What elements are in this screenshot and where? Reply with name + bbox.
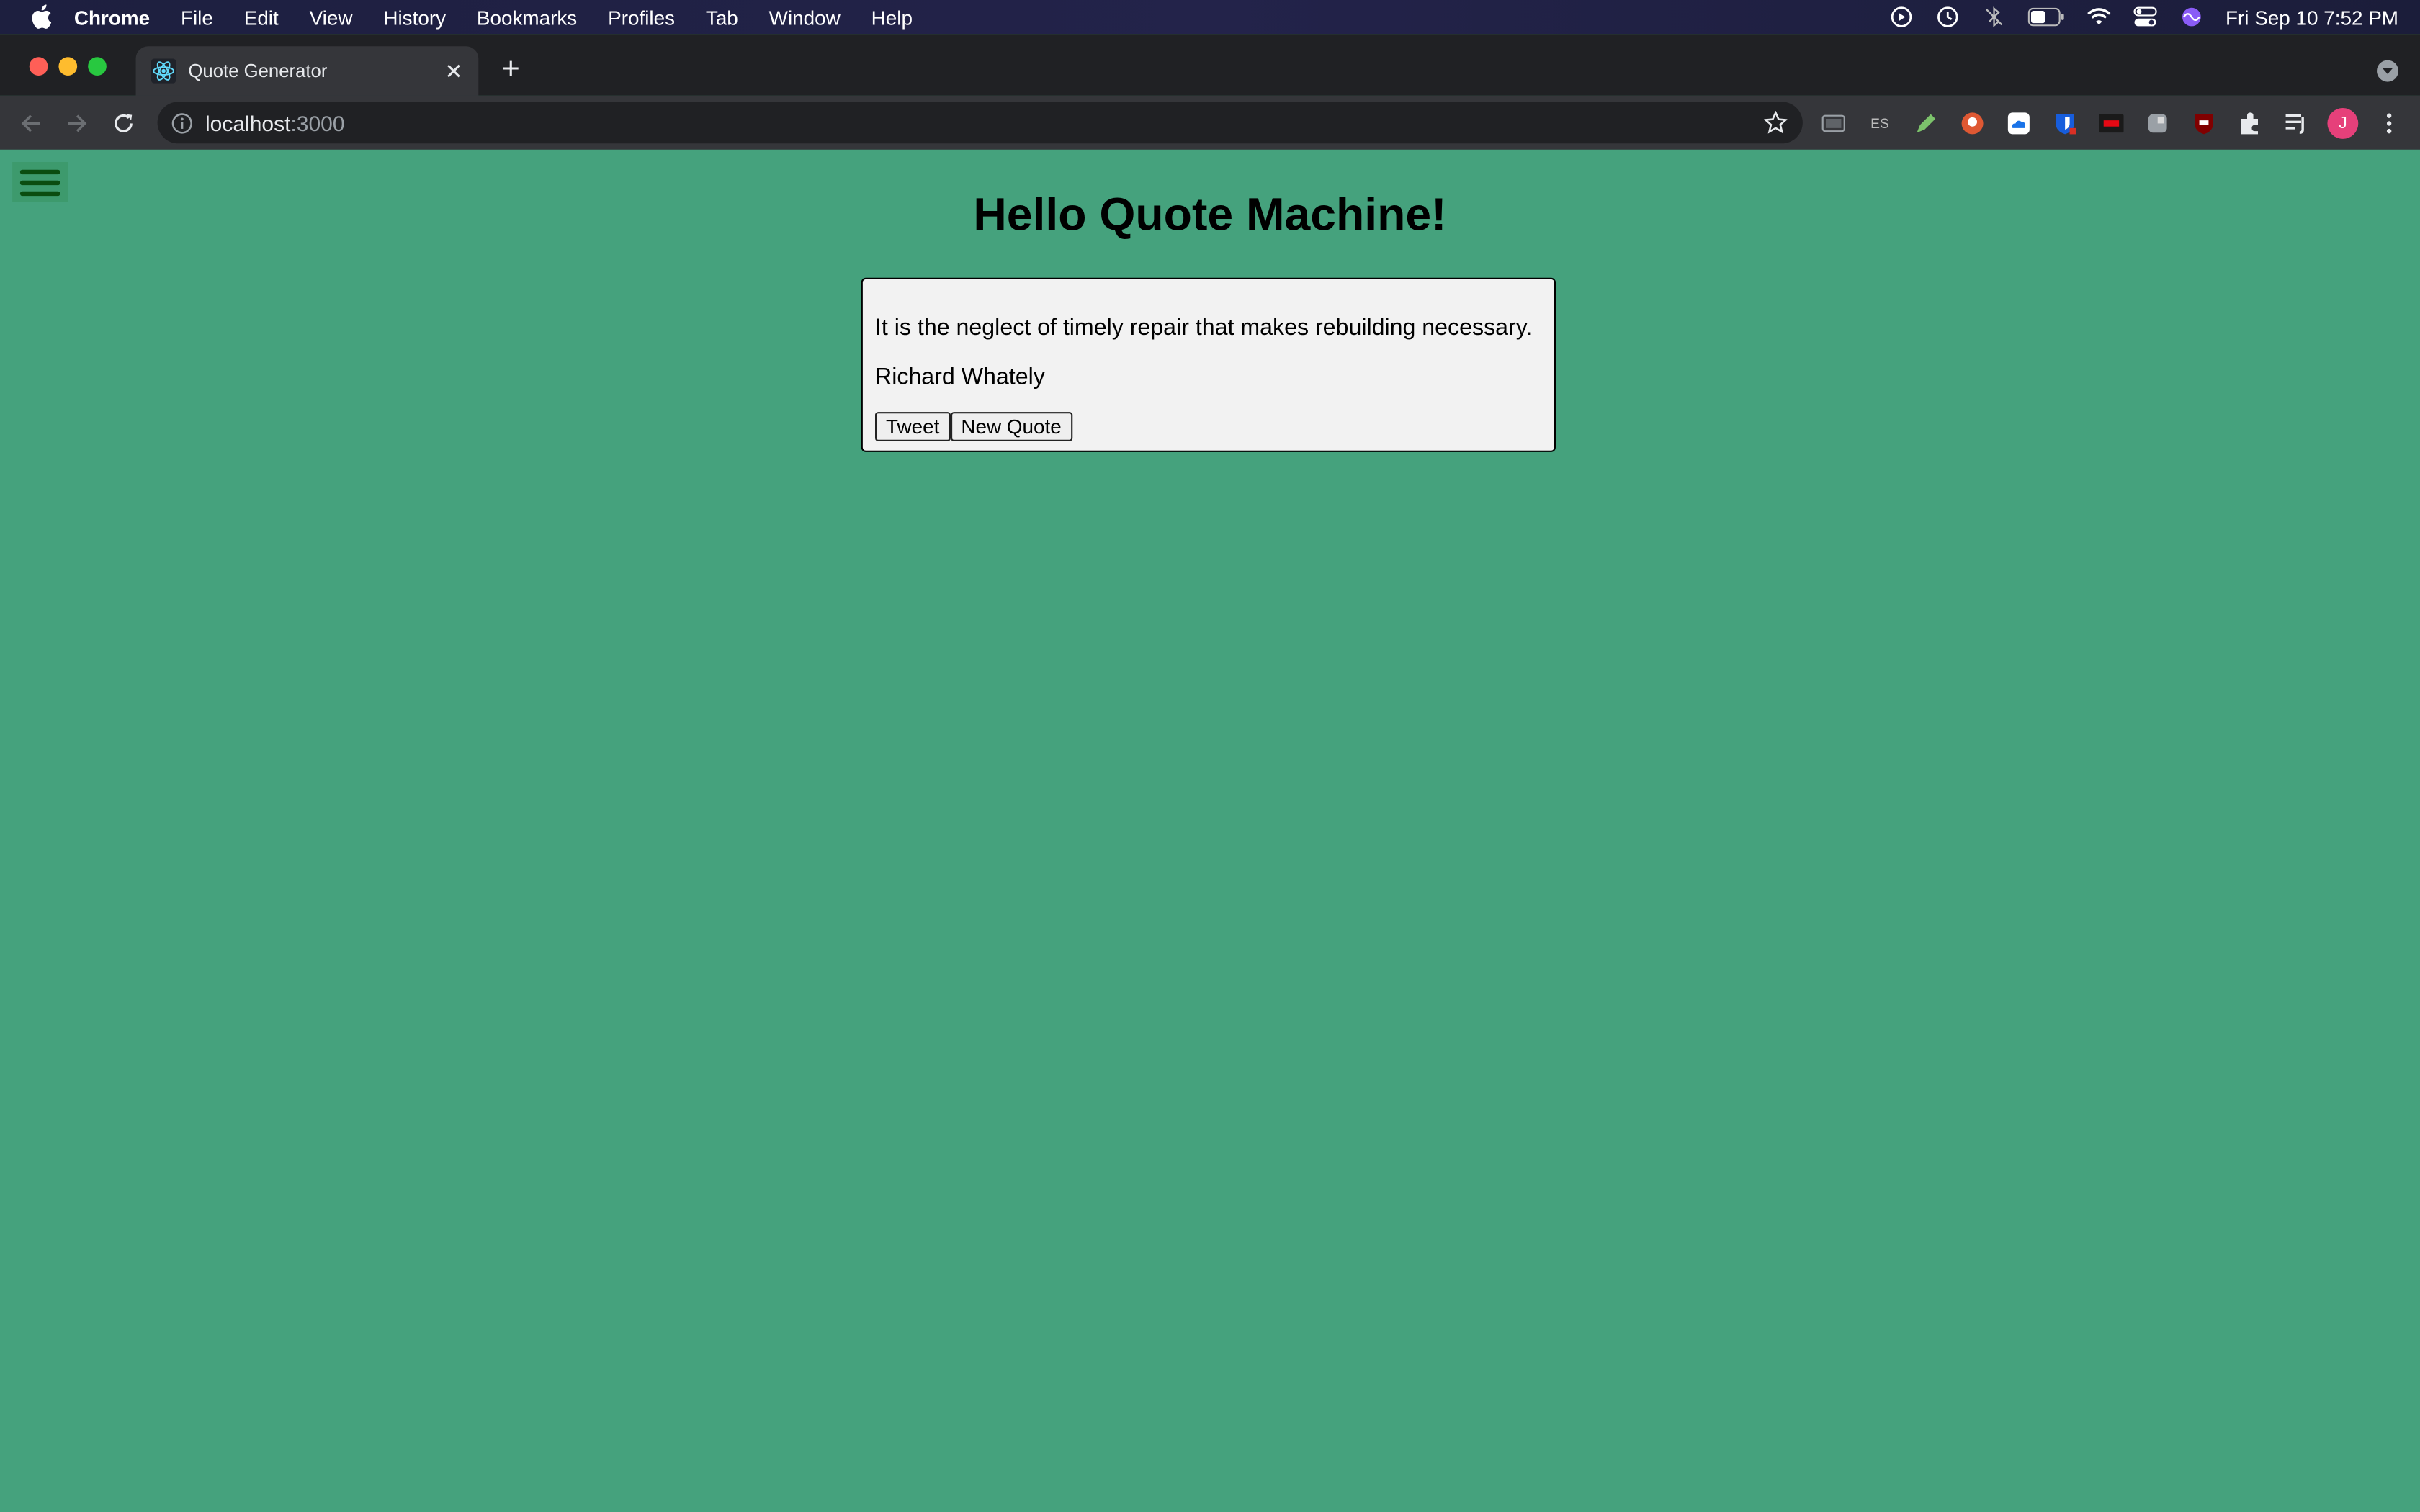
extension-duckduckgo-icon[interactable] — [1957, 108, 1988, 139]
apple-icon[interactable] — [31, 4, 53, 29]
extension-bitwarden-icon[interactable] — [2050, 108, 2081, 139]
extension-screenshot-icon[interactable] — [1818, 108, 1849, 139]
menu-bookmarks[interactable]: Bookmarks — [477, 6, 577, 29]
menu-profiles[interactable]: Profiles — [608, 6, 675, 29]
profile-avatar[interactable]: J — [2327, 108, 2359, 139]
site-info-icon[interactable] — [171, 112, 193, 133]
tab-quote-generator[interactable]: Quote Generator ✕ — [135, 46, 479, 96]
new-quote-button[interactable]: New Quote — [950, 412, 1072, 441]
page-content: Hello Quote Machine! It is the neglect o… — [0, 149, 2420, 1512]
control-center-icon[interactable] — [2133, 6, 2157, 28]
menu-edit[interactable]: Edit — [244, 6, 279, 29]
quote-text: It is the neglect of timely repair that … — [875, 315, 1533, 341]
reload-button[interactable] — [105, 104, 142, 141]
menu-tab[interactable]: Tab — [706, 6, 738, 29]
url-port: :3000 — [290, 110, 345, 135]
macos-menu-bar: Chrome File Edit View History Bookmarks … — [0, 0, 2420, 35]
siri-icon[interactable] — [2179, 6, 2204, 28]
extension-cloud-icon[interactable] — [2003, 108, 2034, 139]
clock[interactable]: Fri Sep 10 7:52 PM — [2226, 6, 2398, 29]
bluetooth-off-icon[interactable] — [1981, 6, 2006, 28]
back-button[interactable] — [12, 104, 49, 141]
tweet-button[interactable]: Tweet — [875, 412, 951, 441]
play-circle-icon[interactable] — [1889, 6, 1914, 28]
tab-search-icon[interactable] — [2377, 60, 2398, 82]
forward-button[interactable] — [58, 104, 95, 141]
react-icon — [151, 58, 176, 84]
menu-window[interactable]: Window — [769, 6, 841, 29]
maximize-window-button[interactable] — [88, 57, 107, 76]
extension-es-icon[interactable]: ES — [1865, 108, 1896, 139]
chrome-menu-icon[interactable] — [2374, 108, 2405, 139]
quote-box: It is the neglect of timely repair that … — [861, 277, 1556, 452]
address-bar[interactable]: localhost:3000 — [157, 102, 1803, 144]
time-machine-icon[interactable] — [1935, 6, 1960, 28]
browser-tab-strip: Quote Generator ✕ + — [0, 34, 2420, 96]
url-host: localhost — [205, 110, 291, 135]
window-controls — [29, 57, 107, 76]
quote-actions: Tweet New Quote — [875, 412, 1072, 441]
extension-netflix-icon[interactable] — [2096, 108, 2127, 139]
browser-toolbar: localhost:3000 ES J — [0, 95, 2420, 150]
extension-notes-icon[interactable] — [2142, 108, 2173, 139]
quote-author: Richard Whately — [875, 364, 1045, 391]
menu-history[interactable]: History — [383, 6, 446, 29]
menu-help[interactable]: Help — [871, 6, 913, 29]
menu-chrome[interactable]: Chrome — [74, 6, 150, 29]
wifi-icon[interactable] — [2087, 6, 2111, 28]
page-title: Hello Quote Machine! — [973, 189, 1447, 241]
extension-pen-icon[interactable] — [1911, 108, 1942, 139]
bookmark-star-icon[interactable] — [1763, 110, 1788, 134]
tab-title: Quote Generator — [188, 60, 328, 82]
extension-ublock-icon[interactable] — [2189, 108, 2220, 139]
status-area: Fri Sep 10 7:52 PM — [1889, 0, 2398, 34]
extensions-bar: ES J — [1818, 108, 2404, 139]
menu-view[interactable]: View — [310, 6, 353, 29]
close-window-button[interactable] — [29, 57, 48, 76]
menu-file[interactable]: File — [181, 6, 213, 29]
new-tab-button[interactable]: + — [497, 54, 525, 85]
battery-icon[interactable] — [2027, 6, 2065, 28]
minimize-window-button[interactable] — [58, 57, 78, 76]
reading-list-icon[interactable] — [2281, 108, 2312, 139]
screen: Chrome File Edit View History Bookmarks … — [0, 0, 2420, 1512]
close-tab-icon[interactable]: ✕ — [442, 58, 466, 83]
extensions-puzzle-icon[interactable] — [2235, 108, 2266, 139]
